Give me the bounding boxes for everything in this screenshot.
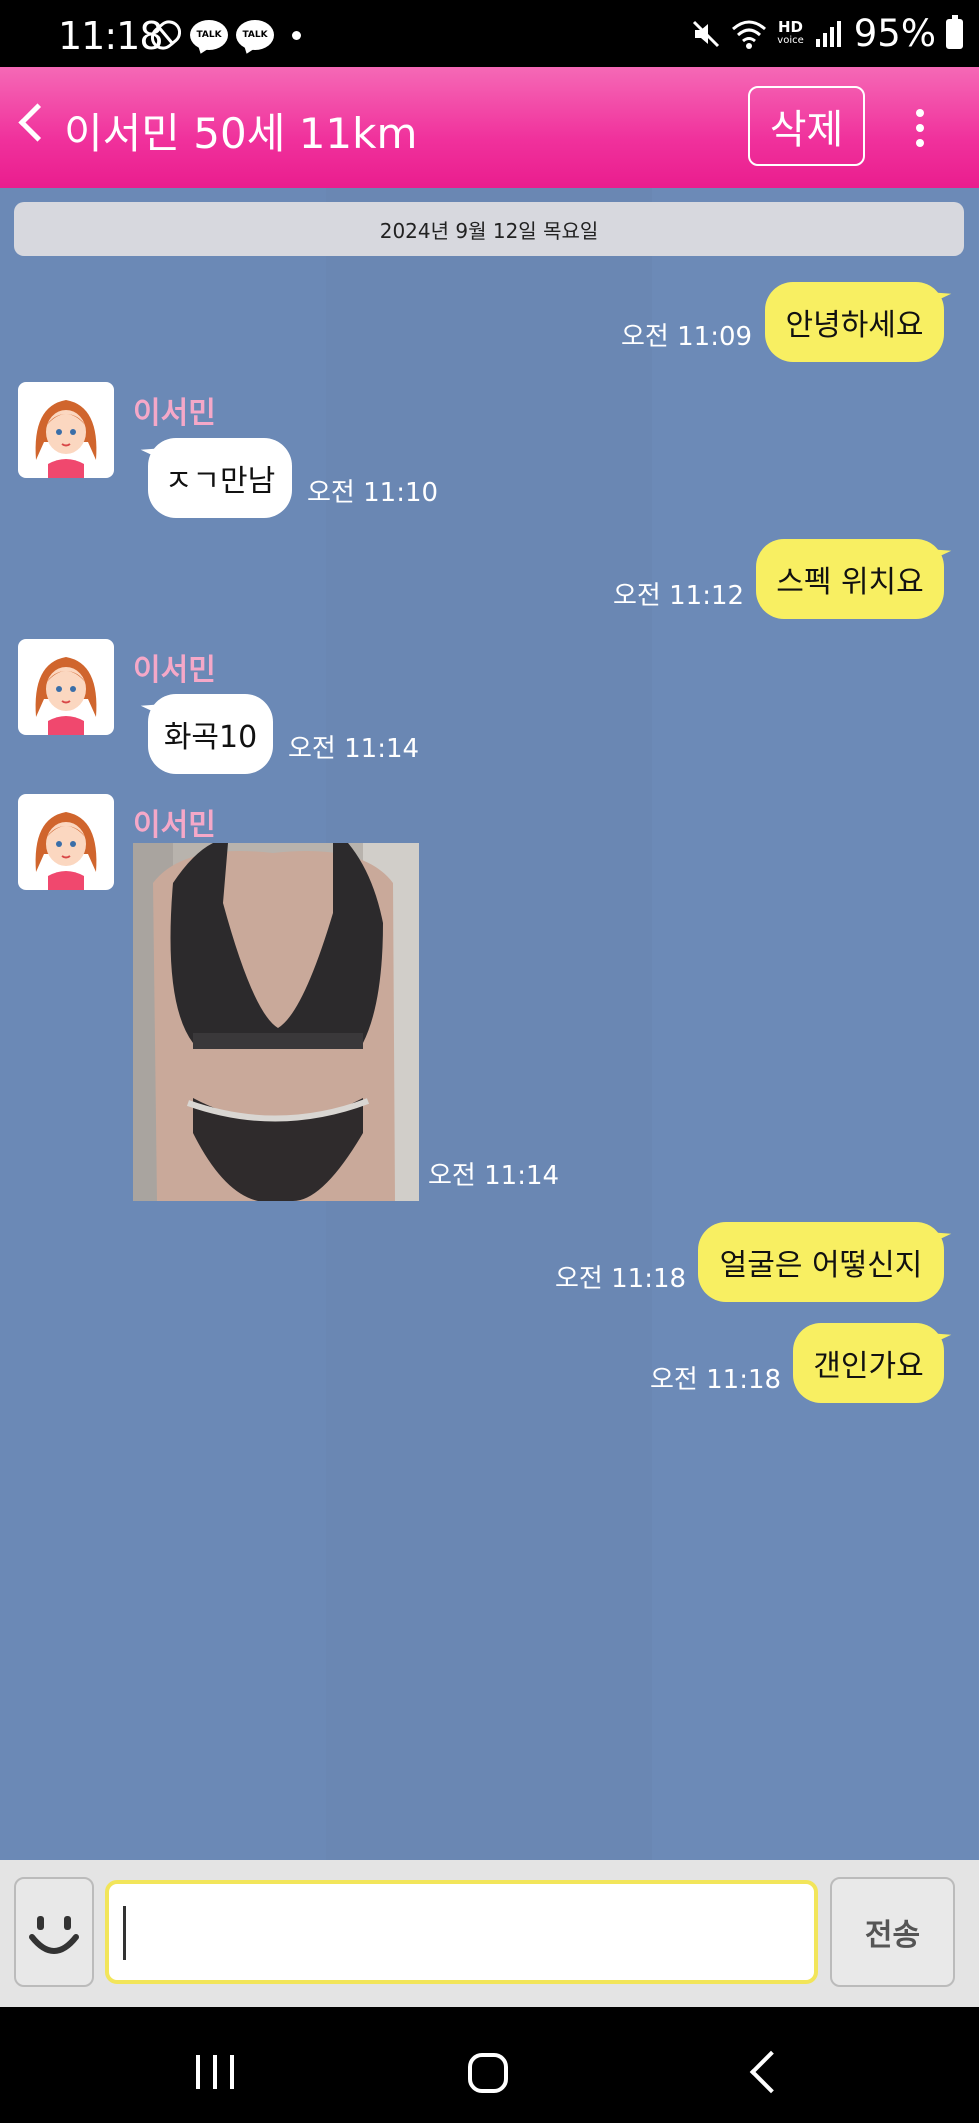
message-time: 오전 11:14: [428, 1161, 560, 1191]
outgoing-message[interactable]: 얼굴은 어떻신지: [698, 1222, 944, 1302]
battery-percent: 95%: [853, 12, 936, 55]
message-input[interactable]: [105, 1880, 818, 1984]
dot-icon: [292, 30, 301, 40]
nav-back-icon[interactable]: [749, 2050, 793, 2094]
photo-image: [133, 843, 419, 1201]
chat-area[interactable]: 2024년 9월 12일 목요일 오전 11:09 안녕하세요 이서민 ㅈㄱ만남…: [0, 188, 979, 1860]
notification-icons: TALK TALK: [146, 15, 301, 55]
kakaotalk-icon: TALK: [190, 20, 228, 50]
battery-icon: [946, 14, 963, 49]
hd-label: HD: [778, 17, 804, 36]
mute-icon: [693, 20, 720, 47]
message-time: 오전 11:12: [613, 581, 745, 611]
back-arrow-icon[interactable]: [18, 103, 57, 142]
smiley-icon: [29, 1916, 79, 1954]
wifi-icon: [732, 20, 767, 49]
incoming-message[interactable]: 화곡10: [148, 694, 273, 774]
pill-icon: [146, 15, 186, 55]
system-nav-bar: [0, 2007, 979, 2123]
avatar[interactable]: [18, 639, 114, 735]
kakaotalk-icon: TALK: [236, 20, 274, 50]
chat-title: 이서민 50세 11km: [64, 109, 418, 158]
status-time: 11:18: [58, 14, 164, 58]
avatar[interactable]: [18, 382, 114, 478]
incoming-message[interactable]: ㅈㄱ만남: [148, 438, 292, 518]
avatar-image: [35, 812, 97, 890]
hd-voice-icon: HD voice: [777, 17, 804, 48]
message-time: 오전 11:14: [288, 734, 420, 764]
avatar[interactable]: [18, 794, 114, 890]
outgoing-message[interactable]: 갠인가요: [793, 1323, 944, 1403]
voice-label: voice: [777, 34, 804, 46]
delete-button[interactable]: 삭제: [748, 86, 865, 166]
input-bar: 전송: [0, 1860, 979, 2007]
text-cursor: [123, 1906, 126, 1960]
sender-name: 이서민: [133, 396, 216, 431]
message-time: 오전 11:09: [621, 322, 753, 352]
sender-name: 이서민: [133, 653, 216, 688]
more-options-icon[interactable]: [916, 109, 926, 154]
sender-name: 이서민: [133, 808, 216, 843]
date-divider: 2024년 9월 12일 목요일: [14, 202, 964, 256]
signal-icon: [815, 20, 841, 47]
status-bar: 11:18 TALK TALK HD voice 95%: [0, 0, 979, 67]
message-time: 오전 11:10: [307, 478, 439, 508]
emoji-button[interactable]: [14, 1877, 94, 1987]
avatar-image: [35, 400, 97, 478]
status-right: HD voice 95%: [691, 12, 963, 55]
send-button[interactable]: 전송: [830, 1877, 955, 1987]
outgoing-message[interactable]: 안녕하세요: [765, 282, 944, 362]
photo-message[interactable]: [133, 843, 419, 1201]
avatar-image: [35, 657, 97, 735]
outgoing-message[interactable]: 스펙 위치요: [756, 539, 944, 619]
chat-header: 이서민 50세 11km 삭제: [0, 67, 979, 188]
recent-apps-icon[interactable]: [196, 2055, 234, 2089]
message-time: 오전 11:18: [555, 1264, 687, 1294]
home-icon[interactable]: [468, 2053, 508, 2093]
message-time: 오전 11:18: [650, 1365, 782, 1395]
